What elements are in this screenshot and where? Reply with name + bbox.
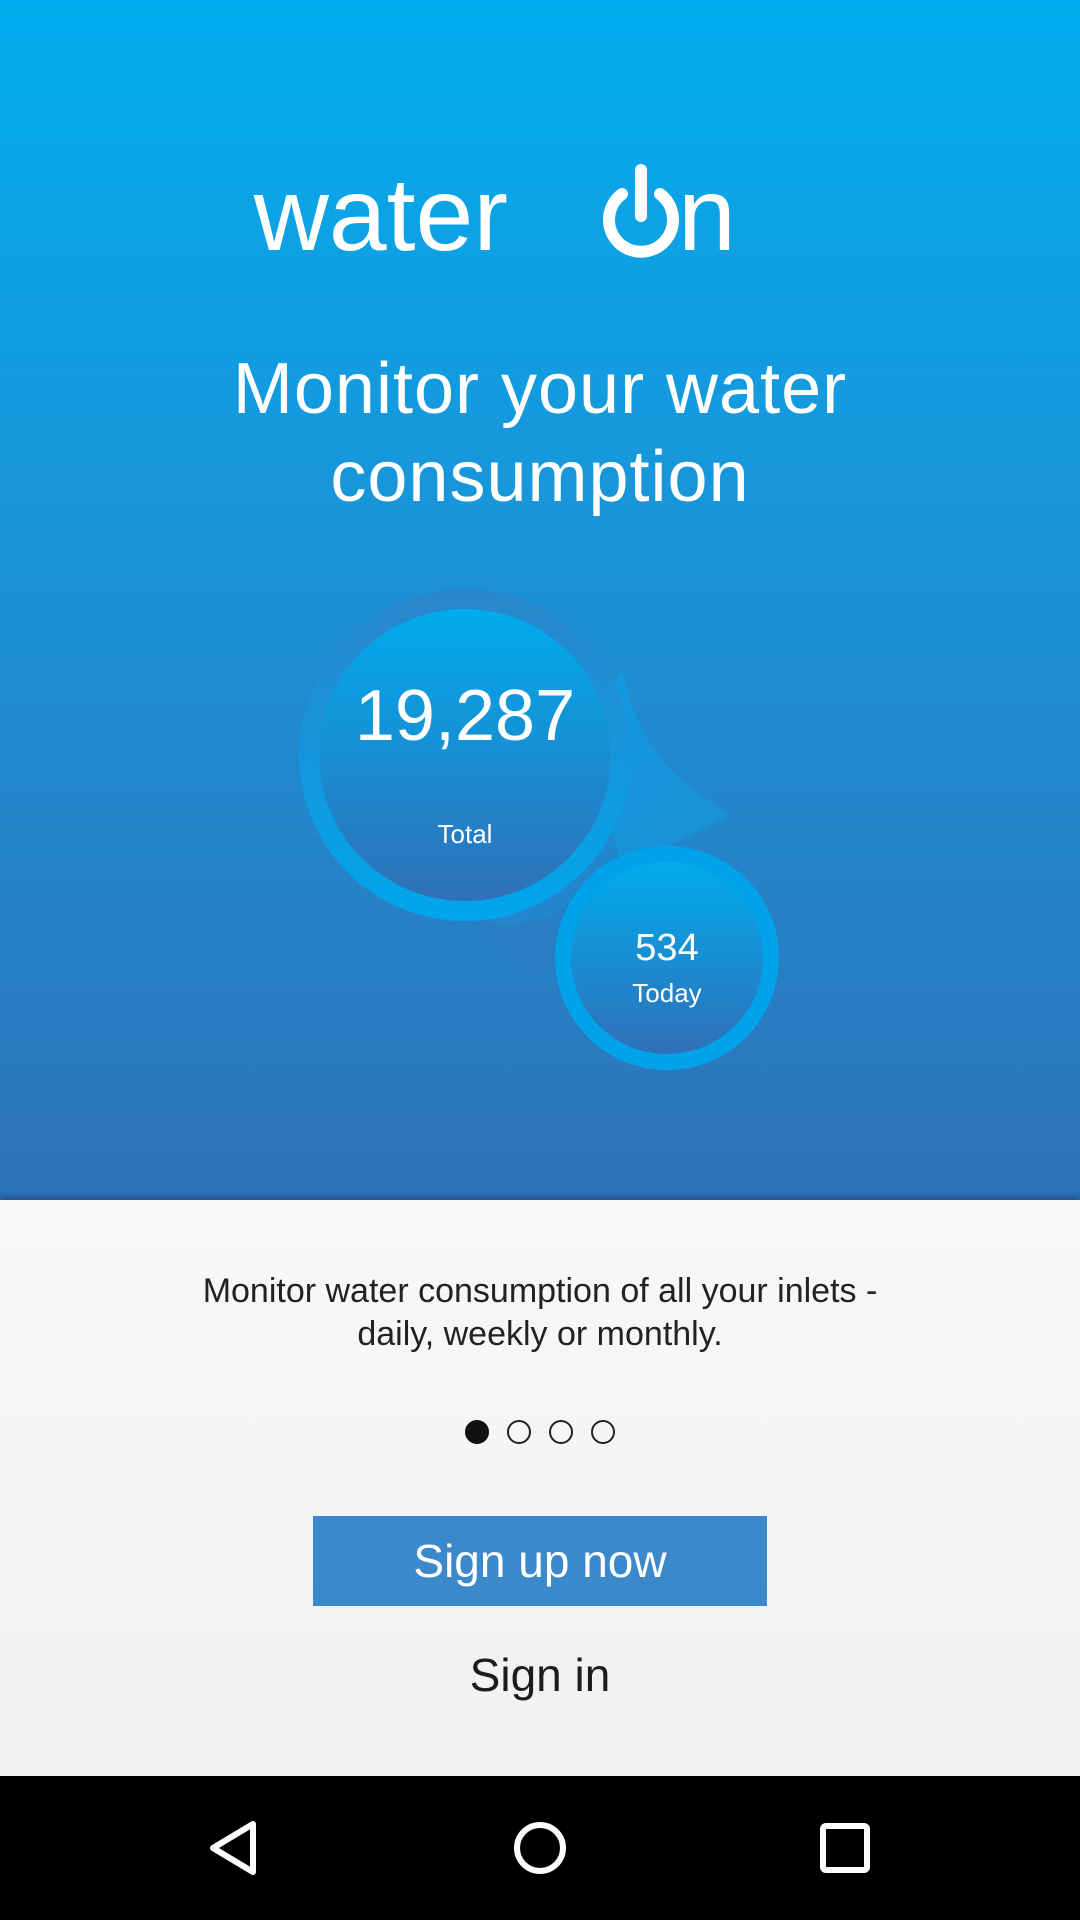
wateron-logo: water n (253, 157, 736, 273)
system-navigation-bar (0, 1776, 1080, 1920)
page-dot-1[interactable] (465, 1420, 489, 1444)
sign-in-button[interactable]: Sign in (390, 1630, 690, 1720)
sign-up-button[interactable]: Sign up now (313, 1516, 767, 1606)
page-dot-4[interactable] (591, 1420, 615, 1444)
home-circle-icon[interactable] (500, 1808, 580, 1888)
hero-section: water n Monitor your water consumption 1… (0, 0, 1080, 1200)
description-line-1: Monitor water consumption of all your in… (202, 1272, 878, 1310)
page-dot-2[interactable] (507, 1420, 531, 1444)
today-value: 534 (635, 927, 698, 969)
logo-text-prefix: water (253, 157, 508, 273)
total-value: 19,287 (355, 676, 575, 756)
onboarding-panel: Monitor water consumption of all your in… (0, 1200, 1080, 1776)
page-headline: Monitor your water consumption (0, 345, 1080, 521)
description-line-2: daily, weekly or monthly. (357, 1315, 723, 1353)
page-dot-3[interactable] (549, 1420, 573, 1444)
headline-line-2: consumption (330, 437, 750, 517)
total-label: Total (438, 819, 493, 849)
headline-line-1: Monitor your water (232, 349, 848, 429)
today-label: Today (632, 978, 701, 1008)
power-icon (603, 164, 679, 258)
recents-square-icon[interactable] (805, 1808, 885, 1888)
back-triangle-icon[interactable] (195, 1808, 275, 1888)
logo-text-suffix: n (678, 157, 736, 273)
onboarding-description: Monitor water consumption of all your in… (120, 1270, 960, 1356)
page-indicator (0, 1420, 1080, 1450)
consumption-bubbles: 19,287 Total 534 Today (299, 589, 779, 1070)
